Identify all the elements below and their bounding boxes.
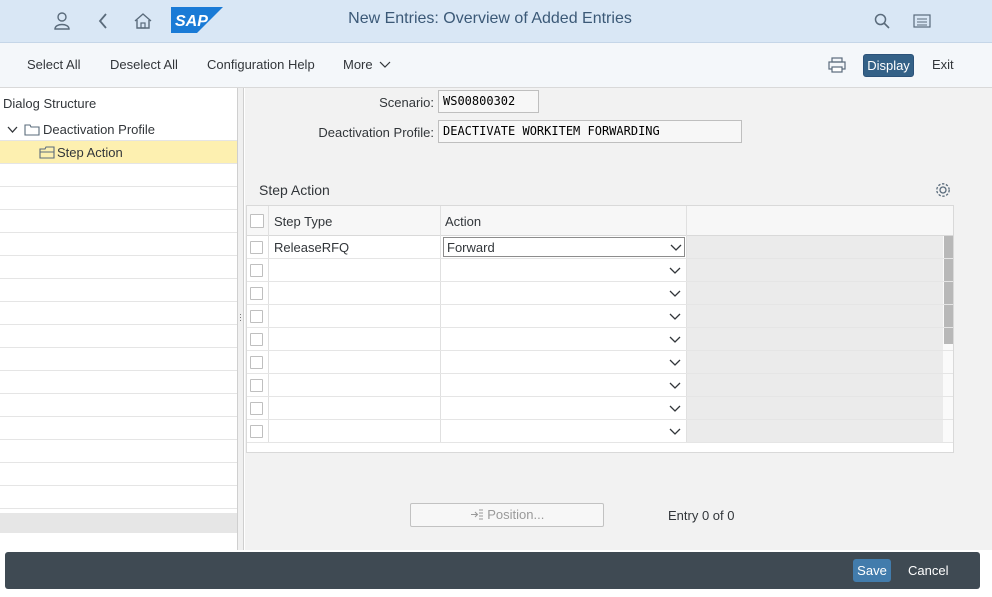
splitter-grip-icon[interactable]: · · · xyxy=(239,310,242,325)
position-button[interactable]: Position... xyxy=(410,503,604,527)
save-button[interactable]: Save xyxy=(853,559,891,582)
expand-chevron-icon[interactable] xyxy=(7,126,18,134)
table-title: Step Action xyxy=(259,182,330,198)
empty-tree-row xyxy=(0,325,237,348)
dialog-structure-panel: Dialog Structure Deactivation Profile St… xyxy=(0,88,237,550)
home-icon[interactable] xyxy=(130,8,156,34)
step-type-cell: ReleaseRFQ xyxy=(274,240,350,255)
table-row[interactable]: ReleaseRFQ Forward xyxy=(247,236,953,259)
empty-tree-row xyxy=(0,210,237,233)
table-header: Step Type Action xyxy=(247,206,953,236)
print-icon[interactable] xyxy=(828,57,846,73)
select-all-checkbox[interactable] xyxy=(250,214,264,228)
row-select-checkbox[interactable] xyxy=(250,287,263,300)
empty-tree-row xyxy=(0,279,237,302)
empty-tree-row xyxy=(0,256,237,279)
table-row[interactable] xyxy=(247,259,953,282)
row-select-checkbox[interactable] xyxy=(250,310,263,323)
chevron-down-icon[interactable] xyxy=(669,428,681,436)
row-select-checkbox[interactable] xyxy=(250,356,263,369)
more-label: More xyxy=(343,57,373,72)
user-icon[interactable] xyxy=(49,8,75,34)
column-header-action[interactable]: Action xyxy=(445,214,481,229)
footer-bar: Save Cancel xyxy=(5,552,980,589)
empty-tree-row xyxy=(0,371,237,394)
empty-tree-row xyxy=(0,348,237,371)
table-row[interactable] xyxy=(247,397,953,420)
empty-tree-row xyxy=(0,187,237,210)
configuration-help-button[interactable]: Configuration Help xyxy=(207,57,315,72)
chevron-down-icon[interactable] xyxy=(669,267,681,275)
empty-tree-row xyxy=(0,164,237,187)
svg-text:SAP: SAP xyxy=(175,13,208,30)
toolbar: Select All Deselect All Configuration He… xyxy=(0,43,992,88)
row-select-checkbox[interactable] xyxy=(250,333,263,346)
empty-tree-row xyxy=(0,302,237,325)
gear-icon[interactable] xyxy=(934,181,952,199)
chevron-down-icon[interactable] xyxy=(669,290,681,298)
chevron-down-icon[interactable] xyxy=(669,382,681,390)
shell-header: SAP New Entries: Overview of Added Entri… xyxy=(0,0,992,43)
position-icon xyxy=(470,509,483,520)
row-select-checkbox[interactable] xyxy=(250,241,263,254)
table-row[interactable] xyxy=(247,282,953,305)
row-select-checkbox[interactable] xyxy=(250,379,263,392)
dialog-structure-title: Dialog Structure xyxy=(3,96,97,111)
table-row[interactable] xyxy=(247,351,953,374)
empty-tree-row xyxy=(0,394,237,417)
search-icon[interactable] xyxy=(869,8,895,34)
table-row[interactable] xyxy=(247,420,953,443)
deactivation-profile-field: DEACTIVATE WORKITEM FORWARDING xyxy=(438,120,742,143)
chevron-down-icon[interactable] xyxy=(669,359,681,367)
table-row[interactable] xyxy=(247,374,953,397)
chevron-down-icon[interactable] xyxy=(669,313,681,321)
position-label: Position... xyxy=(487,507,545,522)
page-title: New Entries: Overview of Added Entries xyxy=(348,10,632,27)
chevron-down-icon xyxy=(379,61,391,68)
empty-tree-row xyxy=(0,463,237,486)
deactivation-profile-label: Deactivation Profile: xyxy=(318,125,434,140)
empty-tree-row xyxy=(0,233,237,256)
row-select-checkbox[interactable] xyxy=(250,402,263,415)
cancel-button[interactable]: Cancel xyxy=(908,563,948,578)
back-icon[interactable] xyxy=(90,8,116,34)
action-dropdown-value: Forward xyxy=(447,240,495,255)
more-button[interactable]: More xyxy=(343,57,391,72)
row-select-checkbox[interactable] xyxy=(250,425,263,438)
exit-button[interactable]: Exit xyxy=(932,57,954,72)
sap-logo[interactable]: SAP xyxy=(171,7,223,33)
folder-icon xyxy=(24,124,40,136)
row-select-checkbox[interactable] xyxy=(250,264,263,277)
table-row[interactable] xyxy=(247,328,953,351)
chevron-down-icon[interactable] xyxy=(670,244,682,252)
chevron-down-icon[interactable] xyxy=(669,336,681,344)
entry-count: Entry 0 of 0 xyxy=(668,508,735,523)
chevron-down-icon[interactable] xyxy=(669,405,681,413)
tree-item-step-action[interactable]: Step Action xyxy=(0,141,237,164)
action-dropdown[interactable]: Forward xyxy=(443,237,685,257)
deselect-all-button[interactable]: Deselect All xyxy=(110,57,178,72)
folder-open-icon xyxy=(39,146,55,159)
display-button[interactable]: Display xyxy=(863,54,914,77)
column-header-step-type[interactable]: Step Type xyxy=(274,214,332,229)
scenario-label: Scenario: xyxy=(379,95,434,110)
menu-icon[interactable] xyxy=(909,8,935,34)
empty-tree-row xyxy=(0,440,237,463)
scenario-field: WS00800302 xyxy=(438,90,539,113)
tree-item-deactivation-profile[interactable]: Deactivation Profile xyxy=(0,118,237,141)
empty-tree-row xyxy=(0,486,237,509)
select-all-button[interactable]: Select All xyxy=(27,57,80,72)
table-row[interactable] xyxy=(247,305,953,328)
empty-tree-row xyxy=(0,417,237,440)
horizontal-scrollbar[interactable] xyxy=(0,513,237,533)
tree-item-label: Step Action xyxy=(57,145,123,160)
tree-item-label: Deactivation Profile xyxy=(43,122,155,137)
step-action-table: Step Type Action ReleaseRFQ Forward xyxy=(246,205,954,453)
